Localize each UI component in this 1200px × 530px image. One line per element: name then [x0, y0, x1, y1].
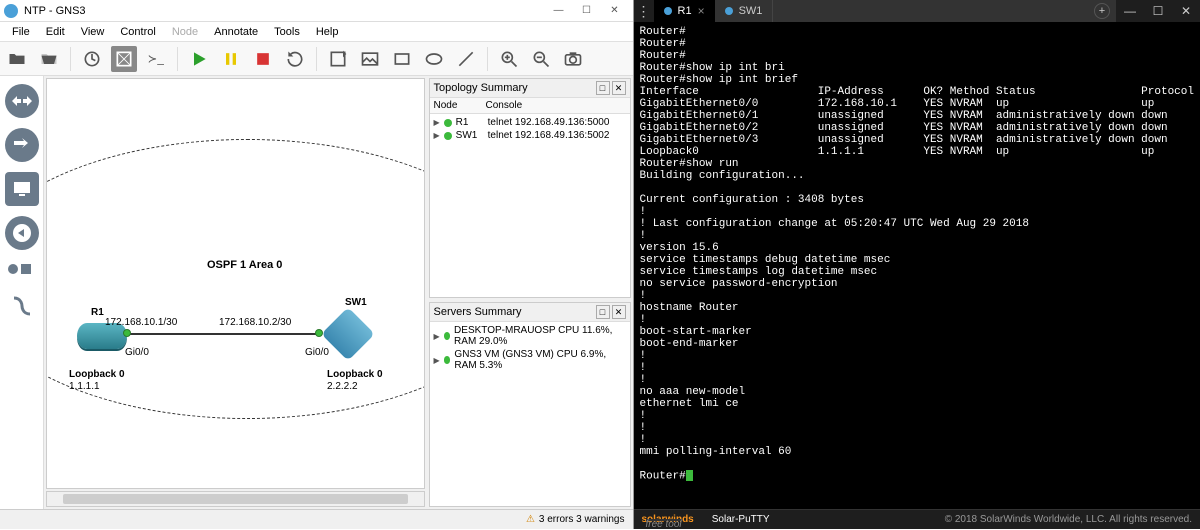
console-icon[interactable]: ≻_ — [143, 46, 169, 72]
close-button[interactable]: ✕ — [601, 1, 629, 21]
rect-icon[interactable] — [389, 46, 415, 72]
status-bar: ⚠ 3 errors 3 warnings — [0, 509, 633, 529]
stop-icon[interactable] — [250, 46, 276, 72]
tab-r1[interactable]: R1 × — [654, 0, 715, 22]
col-node: Node — [430, 98, 482, 113]
ellipse-icon[interactable] — [421, 46, 447, 72]
tab-dot-icon — [664, 7, 672, 15]
status-dot-icon — [444, 332, 450, 340]
gns3-window: NTP - GNS3 — ☐ ✕ File Edit View Control … — [0, 0, 634, 529]
panel-close-icon[interactable]: ✕ — [612, 81, 626, 95]
status-dot-icon — [444, 356, 451, 364]
add-tab-icon[interactable]: + — [1094, 3, 1110, 19]
terminal-status-bar: solarwinds Solar-PuTTY free tool © 2018 … — [634, 509, 1200, 529]
area-label: OSPF 1 Area 0 — [207, 259, 282, 271]
misc-devices-icon[interactable] — [4, 260, 40, 278]
pause-icon[interactable] — [218, 46, 244, 72]
zoom-in-icon[interactable] — [496, 46, 522, 72]
toolbar: ≻_ — [0, 42, 633, 76]
terminal-tabs: R1 × SW1 + — [654, 0, 1117, 22]
sw1-loop-label: Loopback 0 — [327, 369, 383, 380]
end-device-icon[interactable] — [5, 172, 39, 206]
save-icon[interactable] — [36, 46, 62, 72]
r1-loop-ip: 1.1.1.1 — [69, 381, 100, 392]
term-close-icon[interactable]: ✕ — [1172, 0, 1200, 22]
snapshot-icon[interactable] — [111, 46, 137, 72]
tab-dot-icon — [725, 7, 733, 15]
sw1-if: Gi0/0 — [305, 347, 329, 358]
titlebar: NTP - GNS3 — ☐ ✕ — [0, 0, 633, 22]
status-dot-icon — [444, 119, 452, 127]
menu-view[interactable]: View — [73, 24, 113, 40]
menu-control[interactable]: Control — [112, 24, 163, 40]
window-title: NTP - GNS3 — [24, 5, 545, 17]
maximize-button[interactable]: ☐ — [573, 1, 601, 21]
app-icon — [4, 4, 18, 18]
expand-icon[interactable]: ▶ — [434, 356, 440, 365]
port-dot-r1 — [123, 329, 131, 337]
screenshot-icon[interactable] — [560, 46, 586, 72]
status-text[interactable]: 3 errors 3 warnings — [539, 514, 625, 525]
node-row[interactable]: ▶ SW1 telnet 192.168.49.136:5002 — [432, 129, 628, 142]
product-name: Solar-PuTTY — [712, 514, 770, 525]
switch-category-icon[interactable] — [5, 128, 39, 162]
term-maximize-icon[interactable]: ☐ — [1144, 0, 1172, 22]
image-icon[interactable] — [357, 46, 383, 72]
copyright: © 2018 SolarWinds Worldwide, LLC. All ri… — [945, 514, 1192, 525]
router-category-icon[interactable] — [5, 84, 39, 118]
menu-edit[interactable]: Edit — [38, 24, 73, 40]
topology-panel-title: Topology Summary □ ✕ — [430, 79, 630, 98]
status-dot-icon — [444, 132, 452, 140]
warning-icon[interactable]: ⚠ — [526, 514, 535, 525]
col-console: Console — [482, 98, 527, 113]
expand-icon[interactable]: ▶ — [434, 332, 440, 341]
sw1-loop-ip: 2.2.2.2 — [327, 381, 358, 392]
port-dot-sw1 — [315, 329, 323, 337]
line-icon[interactable] — [453, 46, 479, 72]
menu-annotate[interactable]: Annotate — [206, 24, 266, 40]
device-toolbar — [0, 76, 44, 509]
menu-bar: File Edit View Control Node Annotate Too… — [0, 22, 633, 42]
svg-text:≻_: ≻_ — [148, 52, 165, 65]
term-menu-icon[interactable]: ⋮ — [634, 0, 654, 22]
reload-icon[interactable] — [79, 46, 105, 72]
r1-ip: 172.168.10.1/30 — [105, 317, 177, 328]
open-icon[interactable] — [4, 46, 30, 72]
menu-tools[interactable]: Tools — [266, 24, 308, 40]
expand-icon[interactable]: ▶ — [434, 118, 440, 127]
link-line[interactable] — [127, 333, 319, 335]
menu-help[interactable]: Help — [308, 24, 347, 40]
server-row[interactable]: ▶ DESKTOP-MRAUOSP CPU 11.6%, RAM 29.0% — [432, 324, 628, 348]
topology-canvas[interactable]: OSPF 1 Area 0 R1 172.168.10.1/30 Gi0/0 L… — [46, 78, 425, 489]
free-tool-label: free tool — [646, 519, 682, 521]
minimize-button[interactable]: — — [545, 1, 573, 21]
add-link-icon[interactable] — [4, 288, 40, 324]
r1-loop-label: Loopback 0 — [69, 369, 125, 380]
sw1-label: SW1 — [345, 297, 367, 308]
panel-undock-icon[interactable]: □ — [596, 305, 610, 319]
horizontal-scrollbar[interactable] — [46, 491, 425, 507]
node-row[interactable]: ▶ R1 telnet 192.168.49.136:5000 — [432, 116, 628, 129]
term-minimize-icon[interactable]: — — [1116, 0, 1144, 22]
expand-icon[interactable]: ▶ — [434, 131, 440, 140]
server-row[interactable]: ▶ GNS3 VM (GNS3 VM) CPU 6.9%, RAM 5.3% — [432, 348, 628, 372]
panel-undock-icon[interactable]: □ — [596, 81, 610, 95]
menu-file[interactable]: File — [4, 24, 38, 40]
tab-sw1[interactable]: SW1 — [715, 0, 773, 22]
play-icon[interactable] — [186, 46, 212, 72]
terminal-output[interactable]: Router# Router# Router# Router#show ip i… — [634, 22, 1200, 509]
servers-panel-title: Servers Summary □ ✕ — [430, 303, 630, 322]
restart-icon[interactable] — [282, 46, 308, 72]
zoom-out-icon[interactable] — [528, 46, 554, 72]
r1-label: R1 — [91, 307, 104, 318]
annotate-text-icon[interactable] — [325, 46, 351, 72]
menu-node: Node — [164, 24, 206, 40]
panel-close-icon[interactable]: ✕ — [612, 305, 626, 319]
terminal-window: ⋮ R1 × SW1 + — ☐ ✕ Router# Router# Route… — [634, 0, 1200, 529]
sw1-ip: 172.168.10.2/30 — [219, 317, 291, 328]
tab-close-icon[interactable]: × — [698, 4, 705, 18]
security-device-icon[interactable] — [5, 216, 39, 250]
r1-if: Gi0/0 — [125, 347, 149, 358]
